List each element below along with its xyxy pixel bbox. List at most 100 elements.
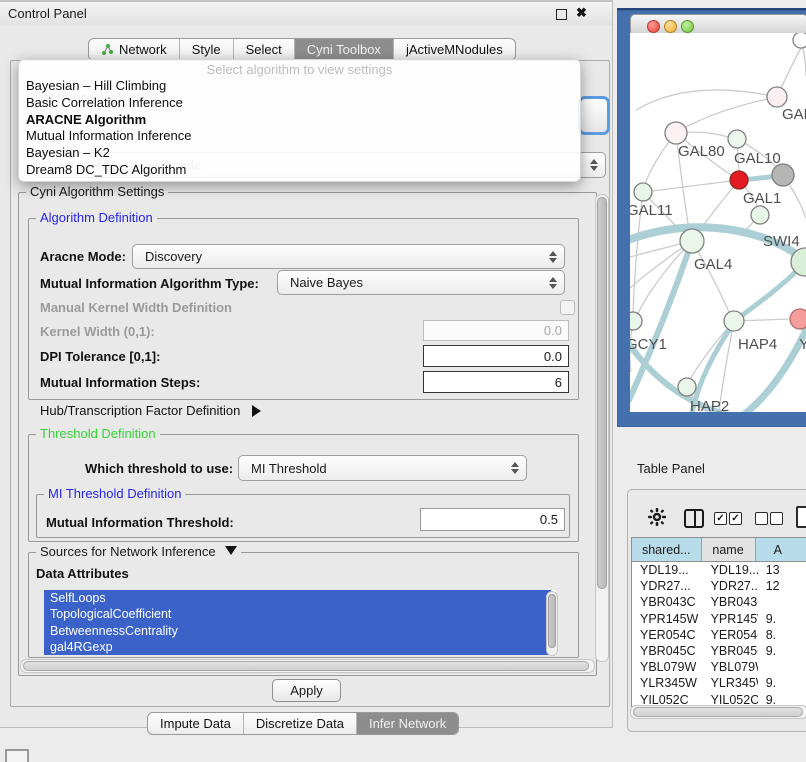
table-row[interactable]: YPR145WYPR145W9. [632, 611, 806, 627]
algorithm-selector-combo-fragment[interactable] [578, 96, 610, 135]
network-node[interactable] [767, 87, 787, 107]
network-node-gal10[interactable] [728, 130, 746, 148]
network-canvas[interactable]: GALGAL80GAL10GAL1GAL11SWI4GAL4GCY1HAP4YH… [630, 33, 806, 412]
screen: Control Panel ✖ Network Style Select Cyn… [0, 0, 806, 762]
table-row[interactable]: YDL19...YDL19...13 [632, 562, 806, 578]
column-header-name[interactable]: name [702, 538, 756, 561]
control-panel-tabbar: Network Style Select Cyni Toolbox jActiv… [88, 38, 516, 61]
apply-button[interactable]: Apply [272, 679, 341, 702]
checked-checkbox-icon[interactable]: ✓ [729, 512, 742, 525]
table-cell: 9. [758, 644, 806, 658]
network-node-hap2[interactable] [678, 378, 696, 396]
network-node-label: HAP4 [738, 336, 777, 353]
data-attribute-item-selected[interactable]: BetweennessCentrality [44, 623, 551, 639]
tab-style[interactable]: Style [179, 39, 233, 60]
attribute-list-scrollbar[interactable] [546, 591, 558, 656]
tab-label: Impute Data [160, 716, 231, 731]
tab-infer-network[interactable]: Infer Network [356, 713, 458, 734]
algorithm-definition-title: Algorithm Definition [36, 210, 157, 225]
table-cell: YLR345W [632, 676, 703, 690]
zoom-traffic-light[interactable] [681, 20, 694, 33]
close-icon[interactable]: ✖ [576, 5, 587, 21]
mi-type-combo[interactable]: Naive Bayes [277, 270, 565, 295]
gear-icon[interactable] [647, 507, 667, 527]
network-node[interactable] [793, 33, 806, 48]
network-node-gal11[interactable] [634, 183, 652, 201]
tab-select[interactable]: Select [233, 39, 294, 60]
column-header-shared-name[interactable]: shared... [632, 538, 702, 561]
tab-label: jActiveMNodules [406, 42, 503, 57]
mi-steps-value: 6 [555, 375, 562, 390]
sources-group-title[interactable]: Sources for Network Inference [36, 544, 241, 559]
disclosure-right-icon [252, 405, 261, 417]
table-row[interactable]: YER054CYER054C8. [632, 627, 806, 643]
table-row[interactable]: YBL079WYBL079W [632, 659, 806, 675]
algorithm-dropdown-placeholder: Select algorithm to view settings [19, 60, 580, 78]
network-node-gal80[interactable] [665, 122, 687, 144]
column-header-third[interactable]: A [756, 538, 806, 561]
network-node-gcy1[interactable] [630, 312, 642, 330]
algorithm-option[interactable]: Bayesian – Hill Climbing [19, 78, 580, 95]
which-threshold-value: MI Threshold [251, 461, 327, 476]
dpi-tolerance-field[interactable]: 0.0 [423, 345, 569, 367]
algorithm-option[interactable]: Basic Correlation Inference [19, 95, 580, 112]
kernel-width-field[interactable]: 0.0 [423, 320, 569, 341]
table-cell: YER054C [632, 628, 703, 642]
mi-threshold-field[interactable]: 0.5 [420, 508, 565, 531]
table-cell: YER054C [703, 628, 758, 642]
settings-horizontal-scrollbar[interactable] [20, 659, 595, 673]
combo-arrows-icon [549, 251, 557, 263]
table-row[interactable]: YBR043CYBR043C [632, 594, 806, 610]
checked-checkbox-icon[interactable]: ✓ [714, 512, 727, 525]
settings-vertical-scrollbar[interactable] [595, 194, 609, 662]
algorithm-option[interactable]: ARACNE Algorithm [19, 112, 580, 129]
network-node-label: SWI4 [763, 233, 800, 250]
disclosure-down-icon [225, 546, 237, 555]
float-icon[interactable] [556, 9, 567, 20]
data-attribute-item-selected[interactable]: gal4RGexp [44, 639, 551, 655]
mi-steps-field[interactable]: 6 [423, 371, 569, 393]
tab-label: Select [246, 42, 282, 57]
tab-cyni-toolbox[interactable]: Cyni Toolbox [294, 39, 393, 60]
tab-discretize-data[interactable]: Discretize Data [243, 713, 356, 734]
table-row[interactable]: YLR345WYLR345W9. [632, 675, 806, 691]
network-node-label: HAP2 [690, 398, 729, 412]
combo-arrows-icon [511, 462, 519, 474]
data-attributes-list: SelfLoopsTopologicalCoefficientBetweenne… [44, 590, 556, 655]
network-node-salmon[interactable] [790, 309, 806, 329]
data-attribute-item-selected[interactable]: SelfLoops [44, 590, 551, 606]
tab-jactivemnodules[interactable]: jActiveMNodules [393, 39, 515, 60]
table-cell: YPR145W [632, 612, 703, 626]
network-node-label: GAL10 [734, 150, 781, 167]
data-attribute-item-selected[interactable]: TopologicalCoefficient [44, 606, 551, 622]
which-threshold-combo[interactable]: MI Threshold [238, 455, 527, 481]
network-node-gal1-selected[interactable] [730, 171, 748, 189]
table-row[interactable]: YDR27...YDR27...12 [632, 578, 806, 594]
table-horizontal-scrollbar[interactable] [630, 705, 806, 719]
table-cell: YBR045C [632, 644, 703, 658]
split-columns-icon[interactable] [684, 509, 704, 528]
close-traffic-light[interactable] [647, 20, 660, 33]
network-node-hap4[interactable] [724, 311, 744, 331]
data-attributes-label: Data Attributes [36, 566, 129, 581]
tab-impute-data[interactable]: Impute Data [148, 713, 243, 734]
network-icon [101, 43, 114, 56]
document-icon[interactable] [796, 506, 806, 528]
network-node-label: GAL [782, 106, 806, 123]
network-node-gray[interactable] [772, 164, 794, 186]
algorithm-option[interactable]: Dream8 DC_TDC Algorithm [19, 162, 580, 179]
table-row[interactable]: YBR045CYBR045C9. [632, 643, 806, 659]
network-node-gal4[interactable] [680, 229, 704, 253]
manual-kernel-checkbox[interactable] [560, 300, 575, 315]
aracne-mode-combo[interactable]: Discovery [132, 244, 565, 269]
minimize-traffic-light[interactable] [664, 20, 677, 33]
tab-label: Discretize Data [256, 716, 344, 731]
tab-network[interactable]: Network [89, 39, 179, 60]
unchecked-checkbox-icon[interactable] [770, 512, 783, 525]
unchecked-checkbox-icon[interactable] [755, 512, 768, 525]
minimized-panel-icon[interactable] [5, 749, 29, 762]
algorithm-option[interactable]: Mutual Information Inference [19, 128, 580, 145]
network-node[interactable] [751, 206, 769, 224]
algorithm-option[interactable]: Bayesian – K2 [19, 145, 580, 162]
hub-definition-disclosure[interactable]: Hub/Transcription Factor Definition [40, 403, 261, 418]
